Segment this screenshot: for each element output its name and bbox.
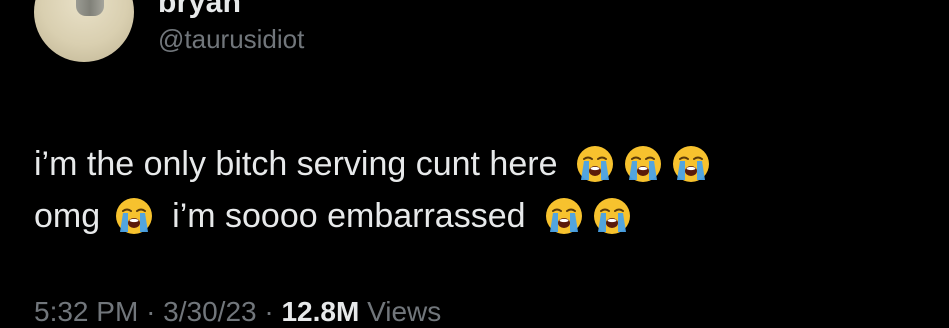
- tweet[interactable]: bryan @taurusidiot i’m the only bitch se…: [0, 0, 949, 327]
- tweet-meta: 5:32 PM · 3/30/23 · 12.8M Views: [34, 296, 441, 328]
- avatar-figure: [76, 0, 104, 16]
- loudly-crying-face-icon: [577, 146, 614, 182]
- tweet-line-2: omg i’m soooo embarrassed: [34, 190, 914, 242]
- display-name[interactable]: bryan: [158, 0, 241, 20]
- loudly-crying-face-icon: [545, 198, 582, 234]
- tweet-line-1: i’m the only bitch serving cunt here: [34, 138, 914, 190]
- tweet-line-2-text-b: i’m soooo embarrassed: [172, 197, 526, 235]
- views-count: 12.8M: [281, 296, 360, 327]
- user-handle[interactable]: @taurusidiot: [158, 24, 304, 55]
- tweet-line-1-text: i’m the only bitch serving cunt here: [34, 145, 558, 183]
- tweet-line-2-text-a: omg: [34, 197, 101, 235]
- loudly-crying-face-icon: [625, 146, 662, 182]
- tweet-time[interactable]: 5:32 PM: [34, 296, 138, 327]
- avatar[interactable]: [34, 0, 134, 62]
- loudly-crying-face-icon: [593, 198, 630, 234]
- loudly-crying-face-icon: [116, 198, 153, 234]
- views-label: Views: [367, 296, 442, 327]
- meta-separator: ·: [146, 296, 156, 327]
- loudly-crying-face-icon: [673, 146, 710, 182]
- meta-separator: ·: [264, 296, 274, 327]
- tweet-date[interactable]: 3/30/23: [163, 296, 256, 327]
- tweet-text: i’m the only bitch serving cunt here omg…: [34, 138, 914, 242]
